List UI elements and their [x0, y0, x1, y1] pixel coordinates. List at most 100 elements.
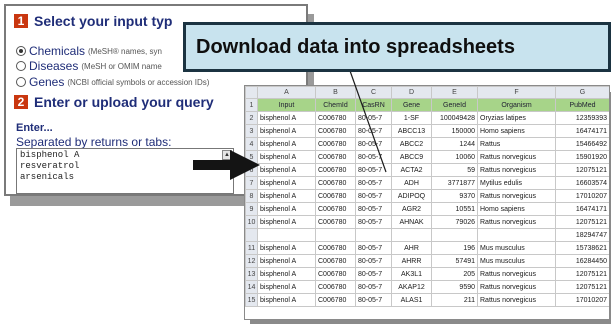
table-cell[interactable]: ABCC2	[391, 137, 432, 151]
table-cell[interactable]: Homo sapiens	[477, 202, 556, 216]
radio-button-icon[interactable]	[16, 46, 26, 56]
table-cell[interactable]: Mytilus edulis	[477, 176, 556, 190]
table-cell[interactable]: 18294747	[555, 228, 609, 242]
table-cell[interactable]	[431, 228, 478, 242]
row-number[interactable]: 8	[245, 189, 258, 203]
table-cell[interactable]	[257, 228, 316, 242]
table-cell[interactable]: 80-05-7	[355, 150, 392, 164]
table-cell[interactable]: Mus musculus	[477, 241, 556, 255]
row-number[interactable]: 13	[245, 267, 258, 281]
column-letter[interactable]: D	[391, 86, 432, 99]
table-cell[interactable]: AHRR	[391, 254, 432, 268]
table-cell[interactable]: 12359393	[555, 111, 609, 125]
table-cell[interactable]: AHNAK	[391, 215, 432, 229]
table-cell[interactable]: Rattus norvegicus	[477, 163, 556, 177]
table-cell[interactable]: bisphenol A	[257, 293, 316, 307]
table-cell[interactable]: C006780	[315, 163, 356, 177]
column-letter[interactable]: E	[431, 86, 478, 99]
header-cell[interactable]: PubMed	[555, 98, 609, 112]
row-number[interactable]: 2	[245, 111, 258, 125]
table-cell[interactable]: 15738621	[555, 241, 609, 255]
table-cell[interactable]: bisphenol A	[257, 280, 316, 294]
table-cell[interactable]: 80-05-7	[355, 254, 392, 268]
table-cell[interactable]: 17010207	[555, 293, 609, 307]
column-letter[interactable]: F	[477, 86, 556, 99]
table-cell[interactable]: 10551	[431, 202, 478, 216]
table-cell[interactable]: bisphenol A	[257, 189, 316, 203]
table-cell[interactable]: AK3L1	[391, 267, 432, 281]
row-number[interactable]: 12	[245, 254, 258, 268]
table-cell[interactable]: 1244	[431, 137, 478, 151]
table-cell[interactable]: C006780	[315, 150, 356, 164]
table-cell[interactable]: 59	[431, 163, 478, 177]
row-number[interactable]: 5	[245, 150, 258, 164]
row-number[interactable]: 3	[245, 124, 258, 138]
table-cell[interactable]: 57491	[431, 254, 478, 268]
table-cell[interactable]: C006780	[315, 215, 356, 229]
column-letter[interactable]: A	[257, 86, 316, 99]
scroll-up-icon[interactable]: ▲	[222, 150, 232, 160]
table-cell[interactable]: C006780	[315, 254, 356, 268]
table-cell[interactable]: 12075121	[555, 163, 609, 177]
table-cell[interactable]: AHR	[391, 241, 432, 255]
table-cell[interactable]: bisphenol A	[257, 163, 316, 177]
table-cell[interactable]	[355, 228, 392, 242]
column-letter[interactable]: C	[355, 86, 392, 99]
table-cell[interactable]: 80-05-7	[355, 176, 392, 190]
table-cell[interactable]: 12075121	[555, 280, 609, 294]
table-cell[interactable]: Rattus norvegicus	[477, 189, 556, 203]
header-cell[interactable]: Gene	[391, 98, 432, 112]
table-cell[interactable]: 211	[431, 293, 478, 307]
table-cell[interactable]: bisphenol A	[257, 137, 316, 151]
table-cell[interactable]: C006780	[315, 202, 356, 216]
table-cell[interactable]: bisphenol A	[257, 241, 316, 255]
table-cell[interactable]: 1-SF	[391, 111, 432, 125]
table-cell[interactable]: 196	[431, 241, 478, 255]
table-cell[interactable]: AKAP12	[391, 280, 432, 294]
table-cell[interactable]: 16603574	[555, 176, 609, 190]
table-cell[interactable]: 9590	[431, 280, 478, 294]
table-cell[interactable]: bisphenol A	[257, 150, 316, 164]
table-cell[interactable]: C006780	[315, 137, 356, 151]
row-number[interactable]: 7	[245, 176, 258, 190]
radio-genes[interactable]: Genes (NCBI official symbols or accessio…	[16, 75, 209, 89]
row-number[interactable]: 9	[245, 202, 258, 216]
radio-chemicals[interactable]: Chemicals (MeSH® names, syn	[16, 44, 162, 58]
row-number[interactable]: 15	[245, 293, 258, 307]
column-letter[interactable]: G	[555, 86, 609, 99]
table-cell[interactable]: ADH	[391, 176, 432, 190]
table-cell[interactable]: Rattus norvegicus	[477, 215, 556, 229]
table-cell[interactable]: 12075121	[555, 215, 609, 229]
table-cell[interactable]: 150000	[431, 124, 478, 138]
corner-cell[interactable]	[245, 86, 258, 99]
row-number[interactable]: 6	[245, 163, 258, 177]
table-cell[interactable]: 80-05-7	[355, 137, 392, 151]
table-cell[interactable]: bisphenol A	[257, 215, 316, 229]
radio-button-icon[interactable]	[16, 61, 26, 71]
table-cell[interactable]: Rattus norvegicus	[477, 267, 556, 281]
table-cell[interactable]: bisphenol A	[257, 254, 316, 268]
header-cell[interactable]: ChemId	[315, 98, 356, 112]
table-cell[interactable]: 80-05-7	[355, 280, 392, 294]
table-cell[interactable]: C006780	[315, 280, 356, 294]
table-cell[interactable]: Mus musculus	[477, 254, 556, 268]
table-cell[interactable]: 15466492	[555, 137, 609, 151]
table-cell[interactable]: Rattus norvegicus	[477, 150, 556, 164]
table-cell[interactable]: 12075121	[555, 267, 609, 281]
table-cell[interactable]: 100049428	[431, 111, 478, 125]
header-cell[interactable]: CasRN	[355, 98, 392, 112]
row-number[interactable]	[245, 228, 258, 242]
header-cell[interactable]: GeneId	[431, 98, 478, 112]
table-cell[interactable]: Homo sapiens	[477, 124, 556, 138]
row-number[interactable]: 1	[245, 98, 258, 112]
table-cell[interactable]: 80-05-7	[355, 202, 392, 216]
table-cell[interactable]: ADIPOQ	[391, 189, 432, 203]
table-cell[interactable]: C006780	[315, 293, 356, 307]
table-cell[interactable]: ABCC9	[391, 150, 432, 164]
table-cell[interactable]: Rattus	[477, 137, 556, 151]
table-cell[interactable]: 80-05-7	[355, 124, 392, 138]
row-number[interactable]: 10	[245, 215, 258, 229]
table-cell[interactable]: bisphenol A	[257, 124, 316, 138]
table-cell[interactable]: 80-05-7	[355, 163, 392, 177]
header-cell[interactable]: Input	[257, 98, 316, 112]
